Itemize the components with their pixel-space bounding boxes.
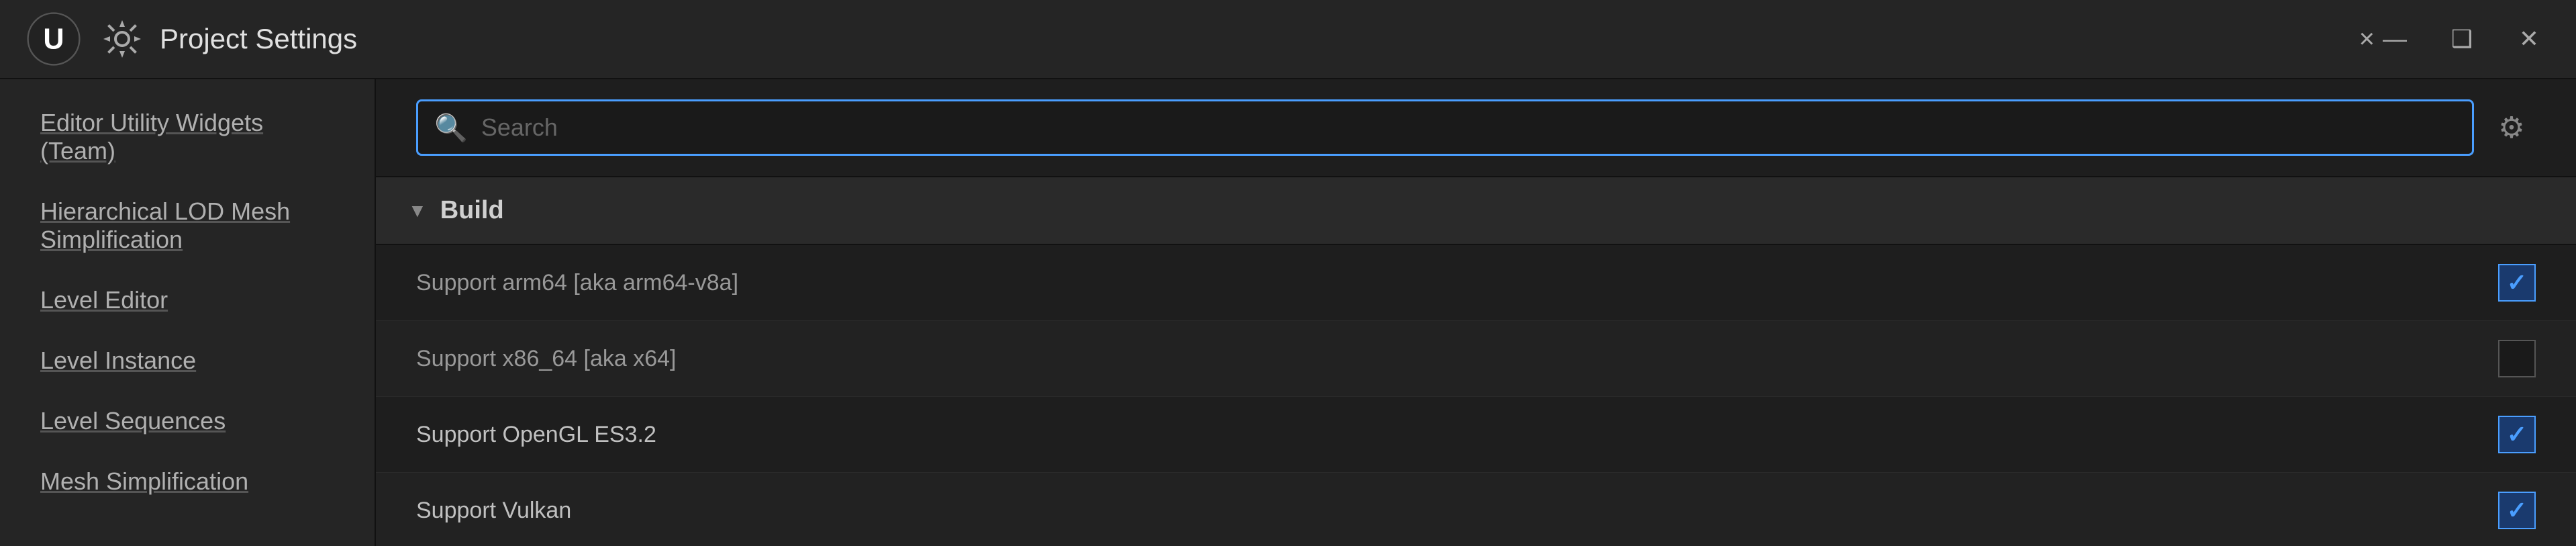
sidebar-item-level-sequences[interactable]: Level Sequences: [0, 391, 375, 451]
section-collapse-arrow: ▼: [408, 200, 427, 222]
ue-logo-icon: U: [27, 12, 81, 66]
checkbox-support-vulkan[interactable]: ✓: [2498, 492, 2536, 529]
setting-row-support-opengl-es32: Support OpenGL ES3.2 ✓: [376, 397, 2576, 473]
close-button[interactable]: ✕: [2509, 19, 2549, 59]
sidebar-item-level-instance[interactable]: Level Instance: [0, 330, 375, 391]
minimize-button[interactable]: —: [2375, 19, 2415, 59]
sidebar: Editor Utility Widgets (Team) Hierarchic…: [0, 79, 376, 546]
maximize-button[interactable]: ❑: [2442, 19, 2482, 59]
checkbox-support-opengl-es32[interactable]: ✓: [2498, 416, 2536, 453]
setting-label-support-x86-64: Support x86_64 [aka x64]: [416, 346, 2498, 372]
checkbox-support-arm64[interactable]: ✓: [2498, 264, 2536, 302]
search-icon: 🔍: [434, 112, 468, 144]
settings-content: ▼ Build Support arm64 [aka arm64-v8a] ✓ …: [376, 176, 2576, 546]
window-title: Project Settings: [160, 23, 2346, 55]
build-section-header[interactable]: ▼ Build: [376, 176, 2576, 245]
title-bar: U Project Settings × — ❑ ✕: [0, 0, 2576, 79]
search-bar-row: 🔍 ⚙: [376, 79, 2576, 176]
sidebar-item-level-editor[interactable]: Level Editor: [0, 270, 375, 330]
search-container: 🔍: [416, 99, 2474, 156]
checkmark-icon: ✓: [2507, 420, 2527, 449]
checkbox-support-x86-64[interactable]: [2498, 340, 2536, 377]
section-title-build: Build: [440, 196, 504, 225]
setting-label-support-vulkan: Support Vulkan: [416, 498, 2498, 524]
search-input[interactable]: [481, 113, 2456, 142]
checkmark-icon: ✓: [2507, 496, 2527, 525]
setting-label-support-arm64: Support arm64 [aka arm64-v8a]: [416, 270, 2498, 296]
setting-label-support-opengl-es32: Support OpenGL ES3.2: [416, 422, 2498, 448]
svg-text:U: U: [43, 23, 64, 55]
main-panel: 🔍 ⚙ ▼ Build Support arm64 [aka arm64-v8a…: [376, 79, 2576, 546]
gear-icon[interactable]: ⚙: [2487, 103, 2536, 152]
window-controls: — ❑ ✕: [2375, 19, 2549, 59]
checkmark-icon: ✓: [2507, 269, 2527, 297]
sidebar-item-editor-utility-widgets[interactable]: Editor Utility Widgets (Team): [0, 93, 375, 181]
project-settings-window: U Project Settings × — ❑ ✕ Editor Utilit…: [0, 0, 2576, 546]
setting-row-support-vulkan: Support Vulkan ✓: [376, 473, 2576, 546]
close-tab-button[interactable]: ×: [2359, 24, 2375, 54]
sidebar-item-mesh-simplification[interactable]: Mesh Simplification: [0, 451, 375, 512]
setting-row-support-arm64: Support arm64 [aka arm64-v8a] ✓: [376, 245, 2576, 321]
content-area: Editor Utility Widgets (Team) Hierarchic…: [0, 79, 2576, 546]
sidebar-item-hierarchical-lod[interactable]: Hierarchical LOD Mesh Simplification: [0, 181, 375, 270]
setting-row-support-x86-64: Support x86_64 [aka x64]: [376, 321, 2576, 397]
settings-icon: [101, 17, 144, 60]
